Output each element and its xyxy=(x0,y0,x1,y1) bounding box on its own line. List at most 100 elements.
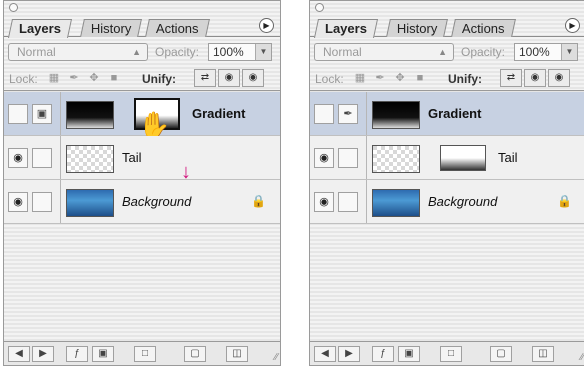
lock-move-icon[interactable]: ✥ xyxy=(86,70,102,86)
panel-tabbar: Layers History Actions xyxy=(4,15,280,38)
layer-row-gradient[interactable]: ✒ Gradient xyxy=(310,92,584,136)
layer-thumbnail xyxy=(66,189,114,217)
layer-options-bar: Normal ▲ Opacity: 100% ▼ xyxy=(310,41,584,63)
next-state-icon[interactable]: ▶ xyxy=(32,346,54,362)
visibility-toggle-empty[interactable] xyxy=(8,104,28,124)
layer-name: Gradient xyxy=(428,106,482,121)
opacity-field[interactable]: 100% ▼ xyxy=(514,43,578,61)
new-folder-icon[interactable]: □ xyxy=(134,346,156,362)
previous-state-icon[interactable]: ◀ xyxy=(8,346,30,362)
opacity-label: Opacity: xyxy=(461,45,506,59)
stepper-icon: ▲ xyxy=(132,47,141,57)
layer-mask-thumbnail[interactable] xyxy=(440,145,486,171)
eye-icon[interactable]: ◉ xyxy=(314,192,334,212)
opacity-label: Opacity: xyxy=(155,45,200,59)
resize-grip-icon[interactable]: ∕∕ xyxy=(581,352,584,363)
add-mask-icon[interactable]: ▣ xyxy=(92,346,114,362)
lock-all-icon[interactable]: ■ xyxy=(412,70,428,86)
tab-history[interactable]: History xyxy=(386,19,449,37)
eye-icon[interactable]: ◉ xyxy=(8,148,28,168)
layer-name: Background xyxy=(428,194,498,209)
unify-label: Unify: xyxy=(448,72,482,86)
next-state-icon[interactable]: ▶ xyxy=(338,346,360,362)
link-toggle-empty[interactable] xyxy=(338,148,358,168)
new-layer-icon[interactable]: ▢ xyxy=(184,346,206,362)
trash-icon[interactable]: ◫ xyxy=(226,346,248,362)
lock-all-icon[interactable]: ■ xyxy=(106,70,122,86)
unify-position-button[interactable]: ⇄ xyxy=(500,69,522,87)
layer-list: ✒ Gradient ◉ Tail ◉ Background 🔒 xyxy=(310,92,584,224)
lock-move-icon[interactable]: ✥ xyxy=(392,70,408,86)
panel-tabbar: Layers History Actions xyxy=(310,15,584,38)
layer-options-bar: Normal ▲ Opacity: 100% ▼ xyxy=(4,41,280,63)
layers-panel-before: Layers History Actions ▶ Normal ▲ Opacity… xyxy=(3,0,281,366)
panel-menu-button[interactable]: ▶ xyxy=(259,18,274,33)
panel-menu-button[interactable]: ▶ xyxy=(565,18,580,33)
layer-name: Gradient xyxy=(192,106,246,121)
unify-visibility-button[interactable]: ◉ xyxy=(218,69,240,87)
panel-titlebar xyxy=(310,1,584,15)
tab-history[interactable]: History xyxy=(80,19,143,37)
lock-icon: 🔒 xyxy=(251,194,266,208)
unify-style-button[interactable]: ◉ xyxy=(242,69,264,87)
layer-row-tail[interactable]: ◉ Tail xyxy=(310,136,584,180)
brush-icon[interactable]: ✒ xyxy=(338,104,358,124)
divider xyxy=(366,180,367,223)
layer-name: Tail xyxy=(122,150,142,165)
divider xyxy=(60,92,61,135)
layer-thumbnail xyxy=(66,145,114,173)
link-toggle-empty[interactable] xyxy=(338,192,358,212)
layer-name: Tail xyxy=(498,150,518,165)
panel-titlebar xyxy=(4,1,280,15)
mask-icon[interactable]: ▣ xyxy=(32,104,52,124)
close-icon[interactable] xyxy=(9,3,18,12)
lock-brush-icon[interactable]: ✒ xyxy=(66,70,82,86)
layer-style-icon[interactable]: ƒ xyxy=(66,346,88,362)
divider xyxy=(60,136,61,179)
divider xyxy=(366,136,367,179)
lock-label: Lock: xyxy=(315,72,344,86)
layer-list: ▣ Gradient ✋ ◉ Tail ↓ ◉ Background 🔒 xyxy=(4,92,280,224)
lock-label: Lock: xyxy=(9,72,38,86)
lock-brush-icon[interactable]: ✒ xyxy=(372,70,388,86)
eye-icon[interactable]: ◉ xyxy=(8,192,28,212)
tab-layers[interactable]: Layers xyxy=(7,19,72,38)
visibility-toggle-empty[interactable] xyxy=(314,104,334,124)
tab-actions[interactable]: Actions xyxy=(145,19,210,37)
lock-transparency-icon[interactable]: ▦ xyxy=(46,70,62,86)
link-toggle-empty[interactable] xyxy=(32,192,52,212)
layer-row-background[interactable]: ◉ Background 🔒 xyxy=(310,180,584,224)
tab-layers[interactable]: Layers xyxy=(313,19,378,38)
panel-bottom-bar: ◀ ▶ ƒ ▣ □ ▢ ◫ ∕∕ xyxy=(310,341,584,365)
stepper-icon: ▲ xyxy=(438,47,447,57)
layer-row-background[interactable]: ◉ Background 🔒 xyxy=(4,180,280,224)
layer-row-tail[interactable]: ◉ Tail ↓ xyxy=(4,136,280,183)
eye-icon[interactable]: ◉ xyxy=(314,148,334,168)
blend-mode-select[interactable]: Normal ▲ xyxy=(8,43,148,61)
unify-position-button[interactable]: ⇄ xyxy=(194,69,216,87)
lock-bar: Lock: ▦ ✒ ✥ ■ Unify: ⇄ ◉ ◉ xyxy=(310,65,584,91)
opacity-field[interactable]: 100% ▼ xyxy=(208,43,272,61)
layer-style-icon[interactable]: ƒ xyxy=(372,346,394,362)
unify-visibility-button[interactable]: ◉ xyxy=(524,69,546,87)
tab-actions[interactable]: Actions xyxy=(451,19,516,37)
lock-bar: Lock: ▦ ✒ ✥ ■ Unify: ⇄ ◉ ◉ xyxy=(4,65,280,91)
layer-thumbnail xyxy=(372,189,420,217)
lock-transparency-icon[interactable]: ▦ xyxy=(352,70,368,86)
chevron-down-icon[interactable]: ▼ xyxy=(561,44,577,60)
layer-thumbnail xyxy=(66,101,114,129)
new-layer-icon[interactable]: ▢ xyxy=(490,346,512,362)
add-mask-icon[interactable]: ▣ xyxy=(398,346,420,362)
close-icon[interactable] xyxy=(315,3,324,12)
previous-state-icon[interactable]: ◀ xyxy=(314,346,336,362)
new-folder-icon[interactable]: □ xyxy=(440,346,462,362)
unify-style-button[interactable]: ◉ xyxy=(548,69,570,87)
resize-grip-icon[interactable]: ∕∕ xyxy=(275,352,278,363)
panel-bottom-bar: ◀ ▶ ƒ ▣ □ ▢ ◫ ∕∕ xyxy=(4,341,280,365)
blend-mode-select[interactable]: Normal ▲ xyxy=(314,43,454,61)
chevron-down-icon[interactable]: ▼ xyxy=(255,44,271,60)
divider xyxy=(60,180,61,223)
layer-row-gradient[interactable]: ▣ Gradient ✋ xyxy=(4,92,280,140)
link-toggle-empty[interactable] xyxy=(32,148,52,168)
trash-icon[interactable]: ◫ xyxy=(532,346,554,362)
